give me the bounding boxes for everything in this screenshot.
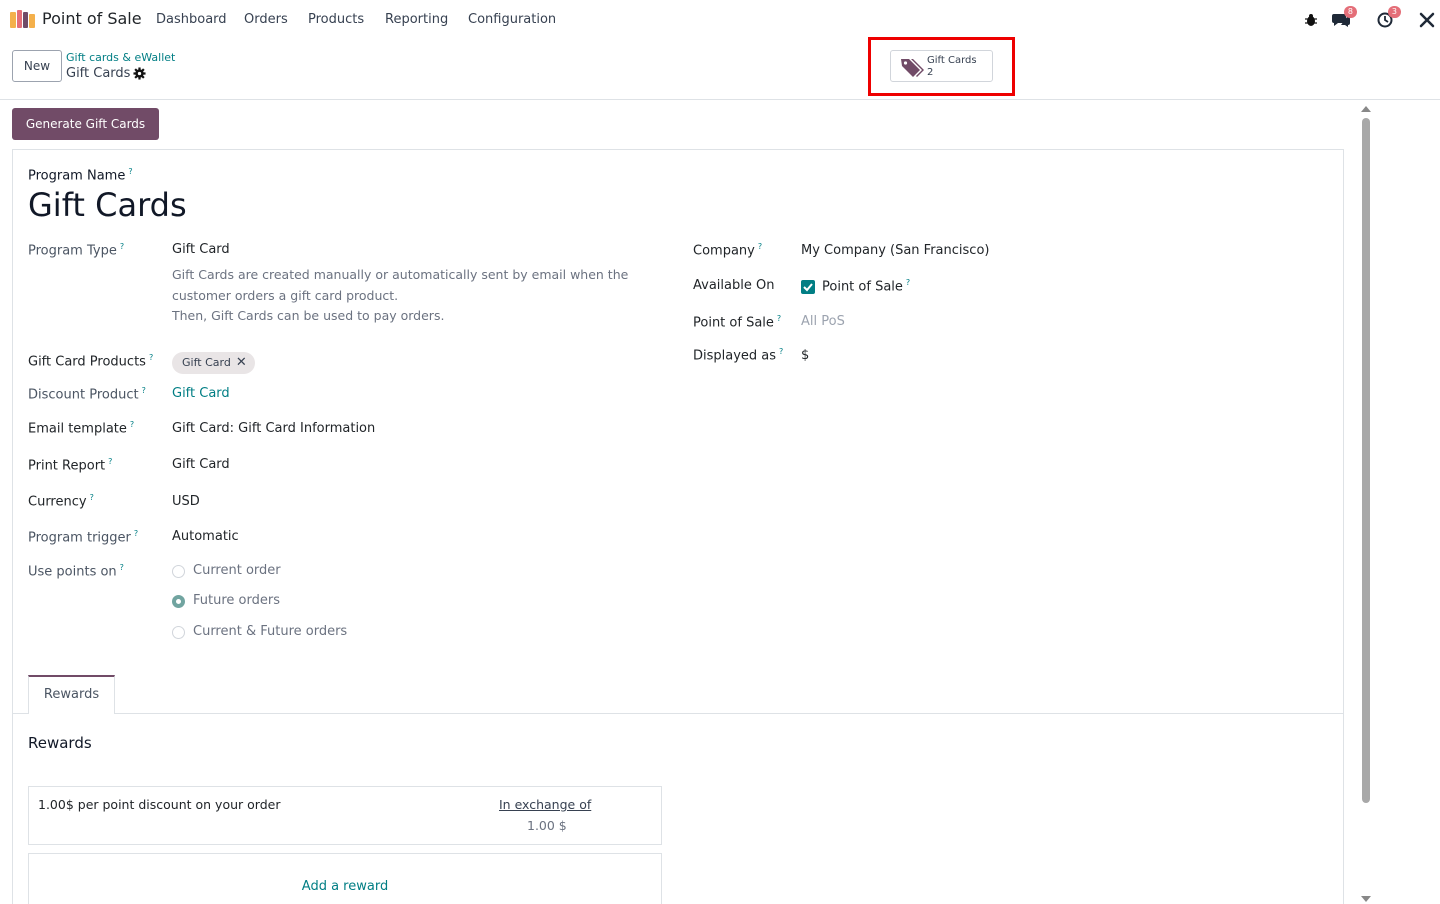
email-template-label: Email template?	[28, 420, 135, 437]
new-button[interactable]: New	[12, 50, 62, 82]
reward-points: 1.00 $	[527, 818, 567, 833]
clock-icon[interactable]: 3	[1375, 6, 1401, 30]
program-name-field[interactable]: Gift Cards	[28, 186, 187, 224]
gear-icon[interactable]	[133, 67, 146, 80]
remove-tag-icon[interactable]: ✕	[236, 355, 247, 370]
point-of-sale-field[interactable]: All PoS	[801, 314, 845, 329]
pos-app-icon[interactable]	[10, 10, 35, 28]
print-report-field[interactable]: Gift Card	[172, 457, 230, 472]
displayed-as-label: Displayed as?	[693, 347, 784, 364]
chat-icon[interactable]: 8	[1331, 6, 1357, 30]
reward-description: 1.00$ per point discount on your order	[38, 797, 281, 812]
point-of-sale-checkbox[interactable]	[801, 280, 815, 294]
scrollbar-thumb[interactable]	[1362, 118, 1370, 803]
program-type-desc-1: Gift Cards are created manually or autom…	[172, 267, 629, 282]
menu-dashboard[interactable]: Dashboard	[156, 12, 227, 27]
messages-badge: 8	[1343, 6, 1357, 18]
add-reward-link[interactable]: Add a reward	[29, 879, 661, 894]
scroll-down-arrow[interactable]	[1361, 896, 1371, 902]
main-navbar: Point of Sale Dashboard Orders Products …	[0, 0, 1440, 40]
company-field[interactable]: My Company (San Francisco)	[801, 243, 989, 258]
menu-orders[interactable]: Orders	[244, 12, 288, 27]
program-type-label: Program Type?	[28, 242, 125, 259]
use-points-label: Use points on?	[28, 563, 124, 580]
app-name[interactable]: Point of Sale	[42, 9, 142, 28]
radio-label-current-order: Current order	[193, 563, 281, 578]
currency-field[interactable]: USD	[172, 494, 200, 509]
tabs-divider	[12, 713, 1343, 714]
available-on-option-label: Point of Sale?	[822, 278, 911, 295]
scroll-up-arrow[interactable]	[1361, 106, 1371, 112]
program-trigger-label: Program trigger?	[28, 529, 139, 546]
radio-current-order[interactable]	[172, 565, 185, 578]
reward-exchange-label: In exchange of	[499, 797, 592, 812]
discount-product-field[interactable]: Gift Card	[172, 386, 230, 401]
menu-configuration[interactable]: Configuration	[468, 12, 556, 27]
reward-card[interactable]: 1.00$ per point discount on your order I…	[28, 786, 662, 845]
program-type-desc-3: Then, Gift Cards can be used to pay orde…	[172, 308, 445, 323]
available-on-label: Available On	[693, 278, 775, 293]
add-reward-card: Add a reward	[28, 853, 662, 904]
company-label: Company?	[693, 242, 763, 259]
radio-future-orders[interactable]	[172, 595, 185, 608]
menu-products[interactable]: Products	[308, 12, 364, 27]
program-trigger-field[interactable]: Automatic	[172, 529, 239, 544]
gift-card-product-tag[interactable]: Gift Card ✕	[172, 352, 255, 374]
highlight-box	[868, 37, 1015, 96]
print-report-label: Print Report?	[28, 457, 113, 474]
currency-label: Currency?	[28, 493, 94, 510]
tools-icon[interactable]	[1417, 10, 1437, 30]
header-divider	[0, 99, 1440, 100]
tab-rewards[interactable]: Rewards	[28, 675, 115, 714]
breadcrumb-current: Gift Cards	[66, 66, 131, 81]
radio-current-future-orders[interactable]	[172, 626, 185, 639]
gift-card-products-label: Gift Card Products?	[28, 353, 154, 370]
discount-product-label: Discount Product?	[28, 386, 146, 403]
radio-label-current-future-orders: Current & Future orders	[193, 624, 348, 639]
displayed-as-field[interactable]: $	[801, 348, 809, 363]
point-of-sale-label: Point of Sale?	[693, 314, 782, 331]
check-icon	[803, 283, 813, 292]
bug-icon[interactable]	[1301, 10, 1321, 30]
generate-gift-cards-button[interactable]: Generate Gift Cards	[12, 108, 159, 140]
email-template-field[interactable]: Gift Card: Gift Card Information	[172, 421, 375, 436]
breadcrumb-parent[interactable]: Gift cards & eWallet	[66, 51, 175, 64]
program-type-field[interactable]: Gift Card	[172, 242, 230, 257]
program-type-desc-2: customer orders a gift card product.	[172, 288, 399, 303]
menu-reporting[interactable]: Reporting	[385, 12, 448, 27]
activities-badge: 3	[1387, 6, 1401, 18]
radio-label-future-orders: Future orders	[193, 593, 280, 608]
program-name-label: Program Name?	[28, 167, 133, 184]
rewards-section-title: Rewards	[28, 734, 92, 752]
